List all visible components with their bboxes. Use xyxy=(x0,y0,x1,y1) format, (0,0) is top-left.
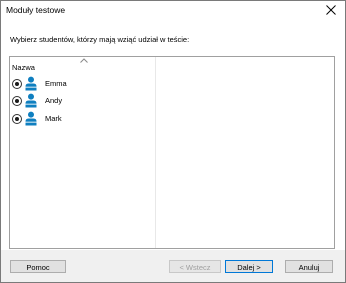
dialog-window: Moduły testowe Wybierz studentów, którzy… xyxy=(0,0,346,283)
list-item-label: Andy xyxy=(45,96,63,105)
instruction-text: Wybierz studentów, którzy mają wziąć udz… xyxy=(10,35,190,44)
back-button[interactable]: < Wstecz xyxy=(169,260,221,273)
window-title: Moduły testowe xyxy=(6,5,66,15)
next-button[interactable]: Dalej > xyxy=(225,260,273,273)
list-item-label: Mark xyxy=(45,114,62,123)
list-item[interactable]: Mark xyxy=(11,111,151,126)
cancel-button[interactable]: Anuluj xyxy=(285,260,333,273)
column-header-name[interactable]: Nazwa xyxy=(12,63,35,72)
radio-button[interactable] xyxy=(12,96,22,106)
user-icon xyxy=(25,93,37,108)
list-item[interactable]: Emma xyxy=(11,76,151,91)
list-item-label: Emma xyxy=(45,79,67,88)
students-listview[interactable]: Nazwa Emma Andy Mark xyxy=(9,56,335,249)
chevron-up-icon xyxy=(80,58,88,63)
radio-button[interactable] xyxy=(12,79,22,89)
title-bar[interactable]: Moduły testowe xyxy=(1,1,345,19)
close-icon xyxy=(326,5,336,15)
user-icon xyxy=(25,76,37,91)
radio-button[interactable] xyxy=(12,114,22,124)
button-bar: Pomoc < Wstecz Dalej > Anuluj xyxy=(1,250,345,282)
column-divider[interactable] xyxy=(155,57,156,248)
help-button[interactable]: Pomoc xyxy=(10,260,66,273)
list-item[interactable]: Andy xyxy=(11,93,151,108)
user-icon xyxy=(25,111,37,126)
close-button[interactable] xyxy=(317,1,345,19)
